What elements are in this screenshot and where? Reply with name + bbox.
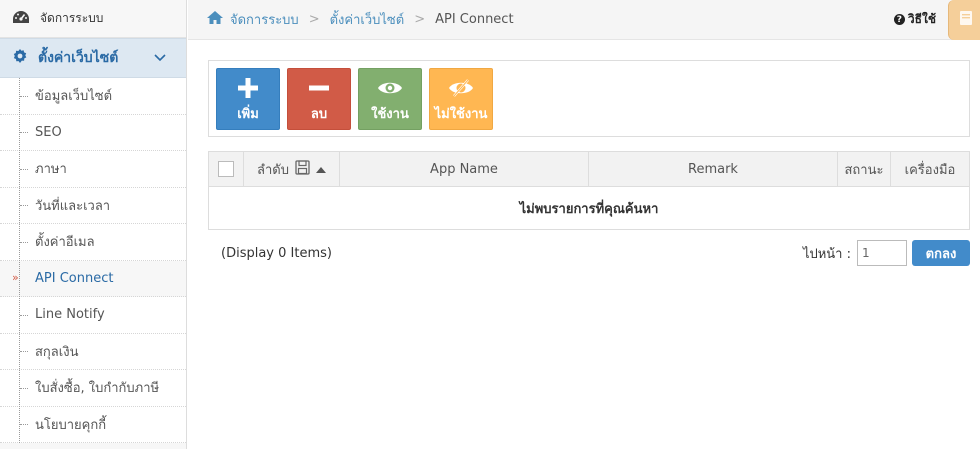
column-header-app-name: App Name	[430, 161, 498, 177]
save-icon[interactable]	[295, 159, 310, 179]
sidebar-item-site-info[interactable]: ข้อมูลเว็บไซต์	[0, 78, 186, 115]
breadcrumb-current: API Connect	[435, 12, 514, 27]
column-status[interactable]: สถานะ	[838, 152, 891, 186]
enable-button[interactable]: ใช้งาน	[358, 68, 422, 130]
gear-icon	[12, 48, 28, 68]
enable-button-label: ใช้งาน	[371, 106, 409, 122]
sidebar-item-website-settings[interactable]: ตั้งค่าเว็บไซต์	[0, 38, 186, 78]
home-icon[interactable]	[206, 10, 224, 29]
minus-icon	[308, 75, 330, 101]
goto-page-label: ไปหน้า :	[802, 246, 851, 262]
action-toolbar: เพิ่ม ลบ ใช้งาน ไม่ใช้งาน	[208, 60, 970, 137]
go-button[interactable]: ตกลง	[912, 240, 970, 266]
sidebar-item-email-settings[interactable]: ตั้งค่าอีเมล	[0, 224, 186, 261]
sidebar-item-line-notify[interactable]: Line Notify	[0, 297, 186, 334]
question-icon: ?	[893, 14, 905, 25]
item-count: (Display 0 Items)	[221, 245, 332, 261]
sidebar-item-seo[interactable]: SEO	[0, 114, 186, 151]
api-table: ลำดับ App Name Remark สถานะ เครื่องมือ ไ…	[208, 151, 970, 230]
current-marker-icon: »	[12, 271, 19, 285]
column-header-order: ลำดับ	[257, 162, 289, 178]
help-link[interactable]: ? วิธีใช้	[893, 10, 936, 29]
column-app-name[interactable]: App Name	[340, 152, 589, 186]
sidebar-item-label: ใบสั่งซื้อ, ใบกำกับภาษี	[35, 381, 160, 397]
sidebar-item-system[interactable]: จัดการระบบ	[0, 0, 186, 38]
sidebar-item-cookie-policy[interactable]: นโยบายคุกกี้	[0, 406, 186, 443]
sidebar: จัดการระบบ ตั้งค่าเว็บไซต์ ข้อมูลเว็บไซต…	[0, 0, 187, 449]
column-header-remark: Remark	[688, 161, 738, 177]
sidebar-item-label: สกุลเงิน	[35, 344, 79, 360]
select-all-cell	[209, 152, 244, 186]
sidebar-item-label: นโยบายคุกกี้	[35, 417, 107, 433]
empty-message: ไม่พบรายการที่คุณค้นหา	[519, 201, 659, 217]
add-button[interactable]: เพิ่ม	[216, 68, 280, 130]
disable-button[interactable]: ไม่ใช้งาน	[429, 68, 493, 130]
column-header-tools: เครื่องมือ	[904, 162, 956, 178]
eye-icon	[377, 75, 403, 101]
sidebar-item-currency[interactable]: สกุลเงิน	[0, 333, 186, 370]
sidebar-item-label: จัดการระบบ	[40, 11, 104, 25]
delete-button[interactable]: ลบ	[287, 68, 351, 130]
sidebar-item-language[interactable]: ภาษา	[0, 151, 186, 188]
manual-button[interactable]	[948, 0, 980, 40]
plus-icon	[237, 75, 259, 101]
breadcrumb-separator: >	[414, 12, 426, 27]
book-icon	[959, 10, 973, 30]
sidebar-item-label: ตั้งค่าเว็บไซต์	[38, 50, 119, 66]
breadcrumb-section[interactable]: ตั้งค่าเว็บไซต์	[330, 9, 405, 30]
sidebar-item-invoice[interactable]: ใบสั่งซื้อ, ใบกำกับภาษี	[0, 370, 186, 407]
sidebar-item-label: SEO	[35, 124, 62, 140]
breadcrumb: จัดการระบบ > ตั้งค่าเว็บไซต์ > API Conne…	[188, 9, 894, 30]
sidebar-item-api-connect[interactable]: » API Connect	[0, 260, 186, 297]
sidebar-item-label: ข้อมูลเว็บไซต์	[35, 89, 113, 105]
breadcrumb-separator: >	[308, 12, 320, 27]
delete-button-label: ลบ	[310, 106, 328, 122]
breadcrumb-home[interactable]: จัดการระบบ	[230, 9, 299, 30]
column-tools: เครื่องมือ	[891, 152, 969, 186]
chevron-down-icon	[154, 51, 166, 66]
sidebar-item-label: วันที่และเวลา	[35, 198, 111, 214]
column-header-status: สถานะ	[844, 162, 884, 178]
page-number-input[interactable]	[857, 240, 907, 266]
sidebar-submenu: ข้อมูลเว็บไซต์ SEO ภาษา วันที่และเวลา ตั…	[0, 78, 186, 443]
sort-up-icon[interactable]	[315, 162, 326, 177]
column-order[interactable]: ลำดับ	[244, 152, 340, 186]
eye-slash-icon	[448, 75, 474, 101]
table-header: ลำดับ App Name Remark สถานะ เครื่องมือ	[209, 152, 969, 187]
select-all-checkbox[interactable]	[218, 161, 234, 177]
sidebar-item-label: API Connect	[35, 270, 114, 286]
table-footer: (Display 0 Items) ไปหน้า : ตกลง	[208, 240, 970, 266]
tree-line	[19, 78, 20, 443]
disable-button-label: ไม่ใช้งาน	[434, 106, 488, 122]
column-remark[interactable]: Remark	[589, 152, 838, 186]
top-bar: จัดการระบบ > ตั้งค่าเว็บไซต์ > API Conne…	[188, 0, 980, 40]
add-button-label: เพิ่ม	[237, 106, 259, 122]
dashboard-icon	[12, 9, 30, 29]
sidebar-item-label: ภาษา	[35, 162, 67, 178]
sidebar-item-label: ตั้งค่าอีเมล	[35, 235, 95, 251]
help-label: วิธีใช้	[907, 12, 936, 26]
sidebar-item-datetime[interactable]: วันที่และเวลา	[0, 187, 186, 224]
sidebar-item-label: Line Notify	[35, 307, 105, 323]
